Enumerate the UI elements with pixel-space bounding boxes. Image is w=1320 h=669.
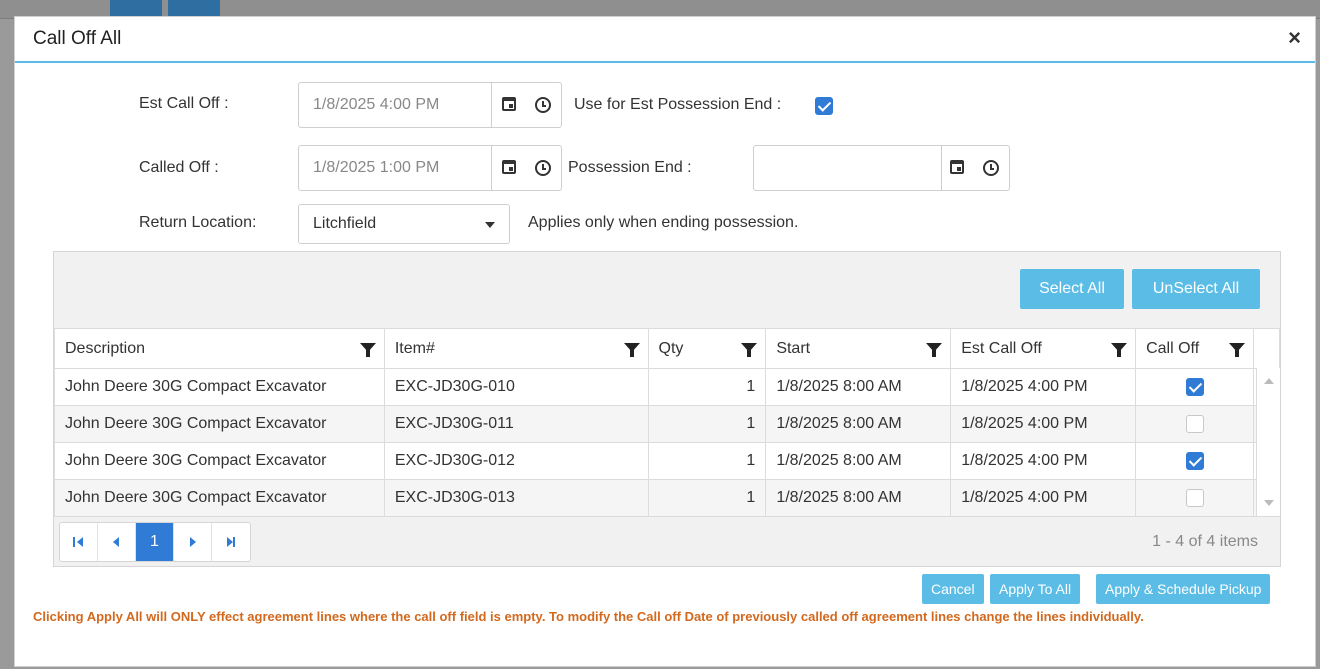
- column-header-qty[interactable]: Qty: [647, 328, 767, 369]
- column-header-scroll-spacer: [1252, 328, 1281, 369]
- est-call-off-picker: [298, 82, 562, 128]
- chevron-down-icon: [485, 222, 495, 228]
- scroll-down-icon[interactable]: [1264, 500, 1274, 506]
- previous-page-button[interactable]: [98, 523, 136, 561]
- select-all-button[interactable]: Select All: [1020, 269, 1124, 309]
- filter-icon[interactable]: [741, 343, 758, 357]
- call-off-checkbox[interactable]: [1186, 452, 1205, 470]
- return-location-note: Applies only when ending possession.: [528, 214, 799, 231]
- grid-scrollbar[interactable]: [1256, 368, 1280, 516]
- table-row[interactable]: John Deere 30G Compact Excavator EXC-JD3…: [54, 479, 1281, 517]
- cell-start: 1/8/2025 8:00 AM: [765, 368, 952, 406]
- page-number-button[interactable]: 1: [136, 523, 174, 561]
- column-header-est-call-off[interactable]: Est Call Off: [950, 328, 1137, 369]
- calendar-icon[interactable]: [502, 160, 516, 174]
- call-off-all-dialog: Call Off All × Est Call Off : Use for Es…: [14, 16, 1316, 667]
- apply-schedule-pickup-button[interactable]: Apply & Schedule Pickup: [1096, 574, 1271, 604]
- cell-est-call-off: 1/8/2025 4:00 PM: [950, 368, 1137, 406]
- next-page-button[interactable]: [174, 523, 212, 561]
- first-page-icon: [73, 537, 83, 547]
- cell-start: 1/8/2025 8:00 AM: [765, 442, 952, 480]
- unselect-all-button[interactable]: UnSelect All: [1132, 269, 1260, 309]
- pager: 1: [59, 522, 251, 562]
- cell-start: 1/8/2025 8:00 AM: [765, 479, 952, 517]
- cell-item: EXC-JD30G-010: [383, 368, 649, 406]
- cell-call-off: [1135, 405, 1254, 443]
- cell-call-off: [1135, 442, 1254, 480]
- filter-icon[interactable]: [926, 343, 943, 357]
- cell-call-off: [1135, 479, 1254, 517]
- filter-icon[interactable]: [1228, 343, 1245, 357]
- possession-end-label: Possession End :: [568, 159, 692, 176]
- table-row[interactable]: John Deere 30G Compact Excavator EXC-JD3…: [54, 405, 1281, 443]
- pager-info: 1 - 4 of 4 items: [1152, 533, 1258, 550]
- return-location-value: Litchfield: [313, 215, 377, 232]
- cell-qty: 1: [647, 442, 767, 480]
- cell-start: 1/8/2025 8:00 AM: [765, 405, 952, 443]
- possession-end-input[interactable]: [754, 146, 941, 190]
- filter-icon[interactable]: [623, 343, 640, 357]
- dialog-title: Call Off All: [33, 28, 122, 49]
- cell-qty: 1: [647, 479, 767, 517]
- called-off-label: Called Off :: [139, 159, 219, 176]
- last-page-button[interactable]: [212, 523, 250, 561]
- cell-item: EXC-JD30G-012: [383, 442, 649, 480]
- cell-description: John Deere 30G Compact Excavator: [54, 368, 385, 406]
- est-call-off-input[interactable]: [299, 83, 491, 127]
- chevron-left-icon: [113, 537, 119, 547]
- cell-description: John Deere 30G Compact Excavator: [54, 479, 385, 517]
- call-off-checkbox[interactable]: [1186, 489, 1205, 507]
- use-for-est-possession-end-label: Use for Est Possession End :: [574, 96, 782, 113]
- call-off-checkbox[interactable]: [1186, 378, 1205, 396]
- return-location-select[interactable]: Litchfield: [298, 204, 510, 244]
- possession-end-picker: [753, 145, 1010, 191]
- dialog-header: Call Off All ×: [15, 17, 1315, 63]
- clock-icon[interactable]: [983, 160, 999, 176]
- warning-message: Clicking Apply All will ONLY effect agre…: [33, 609, 1144, 624]
- calendar-icon[interactable]: [950, 160, 964, 174]
- call-off-checkbox[interactable]: [1186, 415, 1205, 433]
- cell-item: EXC-JD30G-011: [383, 405, 649, 443]
- grid-table: Description Item# Qty Start Est Call Off…: [54, 328, 1281, 517]
- column-header-call-off[interactable]: Call Off: [1135, 328, 1254, 369]
- chevron-right-icon: [190, 537, 196, 547]
- filter-icon[interactable]: [359, 343, 376, 357]
- scroll-up-icon[interactable]: [1264, 378, 1274, 384]
- last-page-icon: [227, 537, 235, 547]
- clock-icon[interactable]: [535, 97, 551, 113]
- filter-icon[interactable]: [1111, 343, 1128, 357]
- clock-icon[interactable]: [535, 160, 551, 176]
- cell-qty: 1: [647, 368, 767, 406]
- calendar-icon[interactable]: [502, 97, 516, 111]
- called-off-picker: [298, 145, 562, 191]
- apply-to-all-button[interactable]: Apply To All: [990, 574, 1081, 604]
- table-row[interactable]: John Deere 30G Compact Excavator EXC-JD3…: [54, 368, 1281, 406]
- first-page-button[interactable]: [60, 523, 98, 561]
- background-button: [168, 0, 220, 16]
- use-for-est-possession-end-checkbox[interactable]: [815, 97, 833, 115]
- cell-est-call-off: 1/8/2025 4:00 PM: [950, 442, 1137, 480]
- return-location-label: Return Location:: [139, 214, 257, 231]
- column-header-description[interactable]: Description: [54, 328, 385, 369]
- column-header-item[interactable]: Item#: [383, 328, 649, 369]
- column-header-start[interactable]: Start: [765, 328, 952, 369]
- called-off-input[interactable]: [299, 146, 491, 190]
- cell-item: EXC-JD30G-013: [383, 479, 649, 517]
- cell-qty: 1: [647, 405, 767, 443]
- cell-est-call-off: 1/8/2025 4:00 PM: [950, 479, 1137, 517]
- est-call-off-label: Est Call Off :: [139, 95, 229, 112]
- cell-description: John Deere 30G Compact Excavator: [54, 405, 385, 443]
- background-button: [110, 0, 162, 16]
- cell-est-call-off: 1/8/2025 4:00 PM: [950, 405, 1137, 443]
- table-row[interactable]: John Deere 30G Compact Excavator EXC-JD3…: [54, 442, 1281, 480]
- cell-description: John Deere 30G Compact Excavator: [54, 442, 385, 480]
- close-icon[interactable]: ×: [1288, 27, 1301, 49]
- call-off-grid: Select All UnSelect All Description Item…: [53, 251, 1281, 567]
- cancel-button[interactable]: Cancel: [922, 574, 984, 604]
- cell-call-off: [1135, 368, 1254, 406]
